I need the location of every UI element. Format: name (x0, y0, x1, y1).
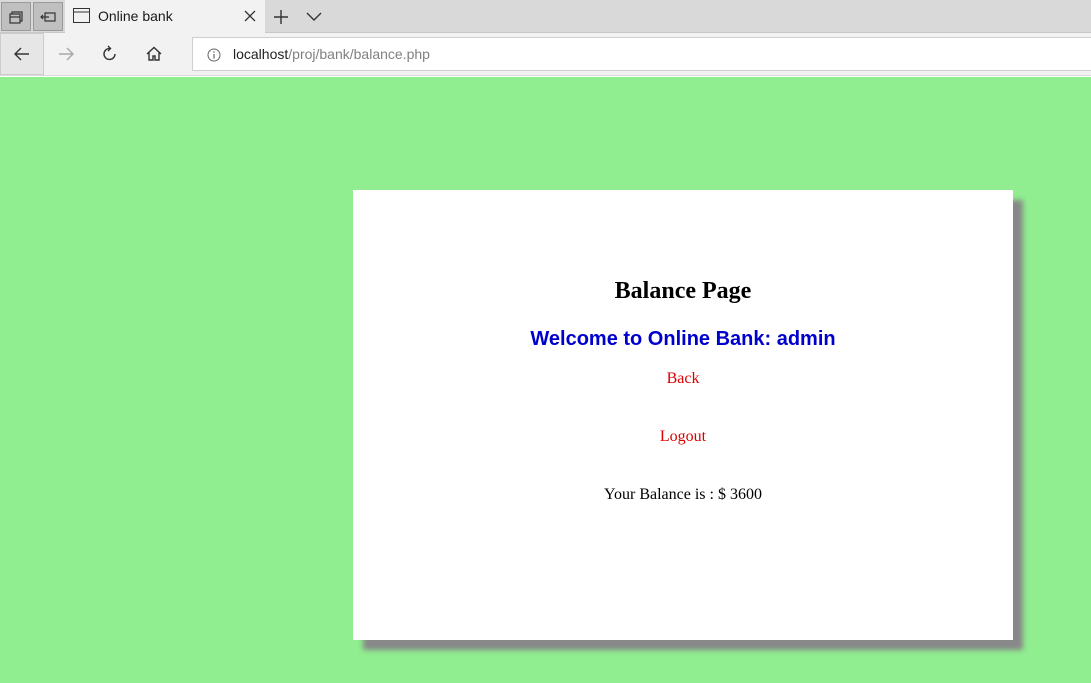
url-path: /proj/bank/balance.php (288, 46, 430, 62)
balance-text: Your Balance is : $ 3600 (604, 486, 762, 503)
refresh-button[interactable] (88, 33, 132, 75)
set-aside-tabs-button[interactable] (1, 2, 31, 31)
navigation-bar: localhost/proj/bank/balance.php (0, 33, 1091, 76)
new-tab-icon[interactable] (272, 8, 290, 26)
refresh-icon (103, 45, 116, 61)
arrow-left-icon (14, 47, 29, 61)
page-title: Balance Page (614, 278, 752, 304)
arrow-right-icon (59, 47, 74, 61)
back-link[interactable]: Back (667, 370, 700, 388)
home-button[interactable] (132, 33, 176, 75)
balance-card: Balance Page Welcome to Online Bank: adm… (353, 190, 1013, 640)
tab-title: Online bank (98, 8, 173, 24)
restore-tabs-icon (40, 11, 56, 22)
info-icon[interactable] (207, 48, 221, 62)
tab-online-bank[interactable]: Online bank (65, 0, 265, 33)
url-host: localhost (233, 46, 289, 62)
back-link-row: Back (353, 370, 1013, 388)
welcome-message: Welcome to Online Bank: admin (530, 328, 836, 350)
home-icon (146, 46, 162, 61)
logout-link[interactable]: Logout (660, 428, 706, 446)
page-viewport: Balance Page Welcome to Online Bank: adm… (0, 77, 1091, 683)
url-text: localhost/proj/bank/balance.php (233, 46, 430, 62)
address-bar[interactable]: localhost/proj/bank/balance.php (192, 37, 1091, 71)
logout-link-row: Logout (353, 428, 1013, 446)
tabs-aside-icon (9, 10, 23, 24)
close-icon[interactable] (243, 9, 257, 23)
tab-strip: Online bank (0, 0, 1091, 33)
forward-button[interactable] (44, 33, 88, 75)
restore-tabs-button[interactable] (33, 2, 63, 31)
page-icon (73, 8, 90, 23)
back-button[interactable] (0, 33, 44, 75)
chevron-down-icon[interactable] (305, 9, 323, 23)
